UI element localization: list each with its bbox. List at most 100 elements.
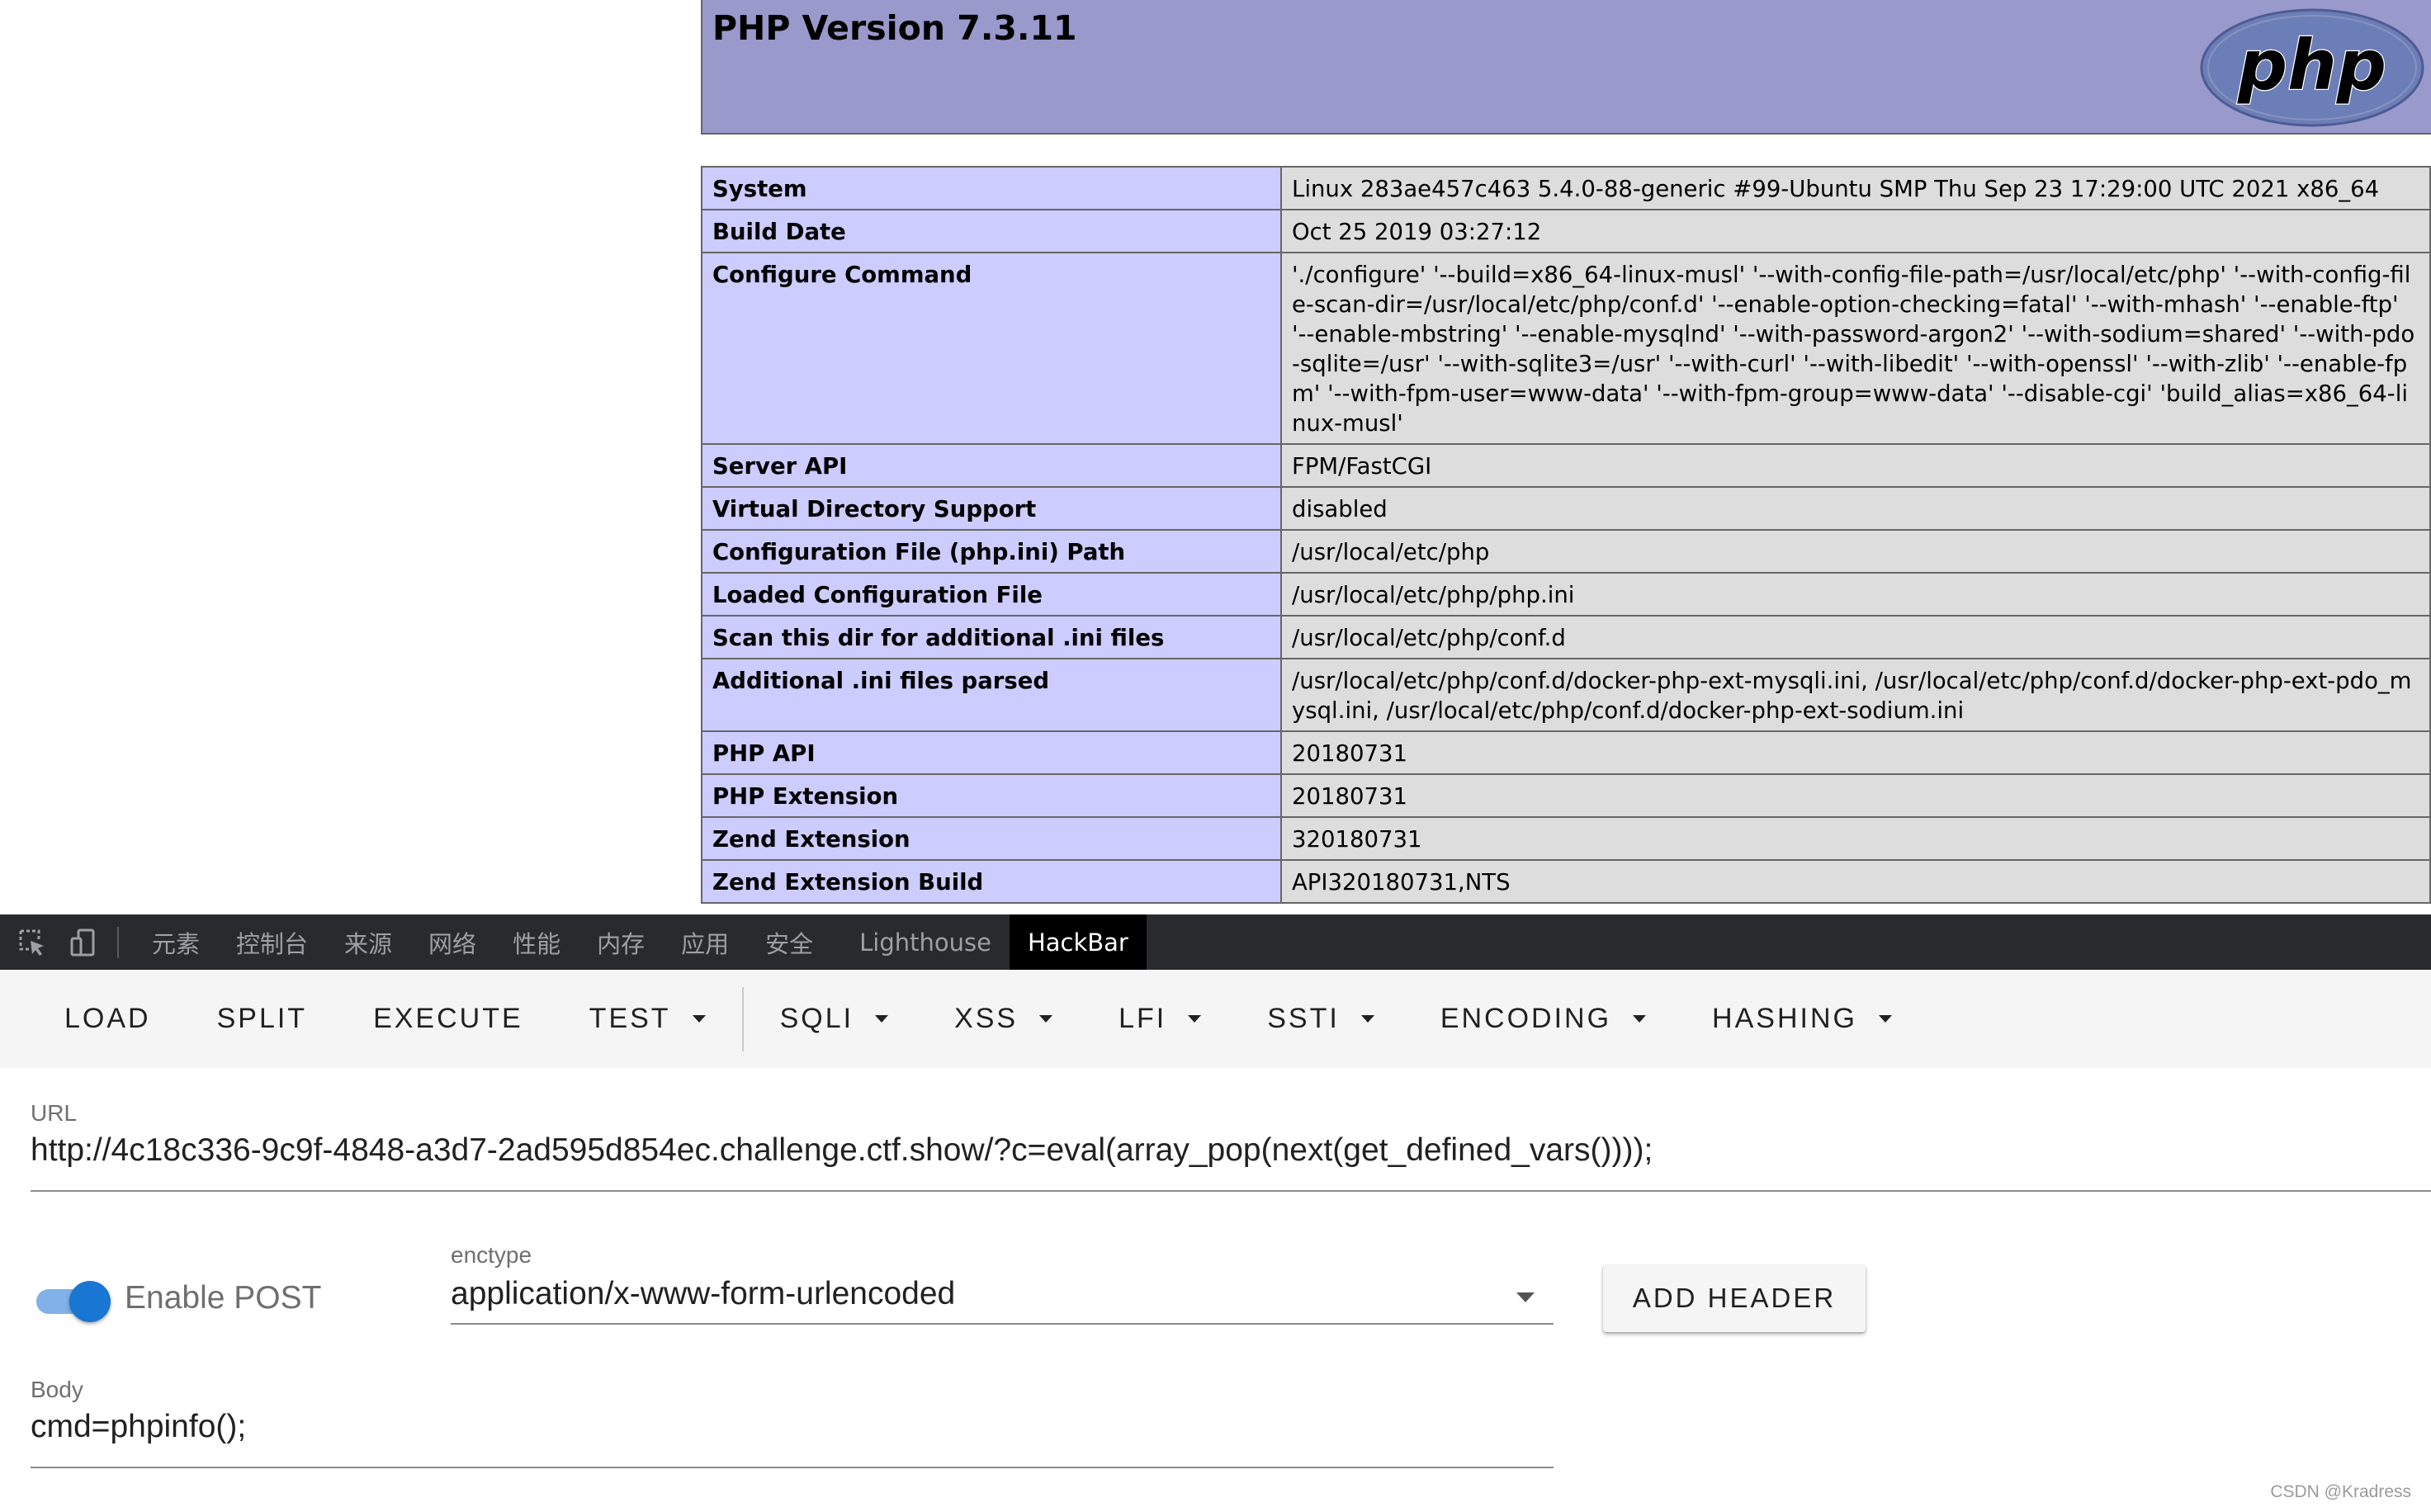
info-row: System Linux 283ae457c463 5.4.0-88-generi… — [701, 166, 2431, 210]
tab-hackbar[interactable]: HackBar — [1009, 914, 1147, 970]
info-value: /usr/local/etc/php/conf.d/docker-php-ext… — [1280, 658, 2431, 732]
chevron-down-icon[interactable] — [1516, 1292, 1535, 1302]
execute-button[interactable]: EXECUTE — [340, 970, 556, 1068]
encoding-menu-label: ENCODING — [1440, 1003, 1612, 1034]
split-button[interactable]: SPLIT — [184, 970, 340, 1068]
url-input-underline — [31, 1190, 2431, 1192]
tab-memory[interactable]: 内存 — [579, 914, 663, 970]
tab-elements[interactable]: 元素 — [134, 914, 218, 970]
xss-menu-button[interactable]: XSS — [921, 970, 1085, 1068]
info-key: PHP Extension — [701, 773, 1282, 818]
info-key: Loaded Configuration File — [701, 572, 1282, 617]
info-value: /usr/local/etc/php/php.ini — [1280, 572, 2431, 617]
info-key: System — [701, 166, 1282, 210]
info-row: Zend Extension 320180731 — [701, 816, 2431, 861]
lfi-menu-button[interactable]: LFI — [1085, 970, 1234, 1068]
load-button-label: LOAD — [64, 1003, 151, 1034]
php-version-title: PHP Version 7.3.11 — [712, 8, 1077, 48]
chevron-down-icon — [1878, 1015, 1892, 1023]
test-menu-button[interactable]: TEST — [556, 970, 739, 1068]
load-button[interactable]: LOAD — [0, 970, 184, 1068]
execute-button-label: EXECUTE — [373, 1003, 523, 1034]
body-input-underline — [31, 1467, 1554, 1468]
chevron-down-icon — [1188, 1015, 1202, 1023]
info-row: Build Date Oct 25 2019 03:27:12 — [701, 209, 2431, 253]
toolbar-divider — [117, 926, 119, 958]
toggle-knob — [69, 1281, 111, 1322]
info-value: disabled — [1280, 486, 2431, 531]
add-header-button[interactable]: ADD HEADER — [1603, 1264, 1866, 1332]
watermark: CSDN @Kradress — [2270, 1482, 2411, 1501]
info-row: Scan this dir for additional .ini files /… — [701, 615, 2431, 659]
chevron-down-icon — [875, 1015, 889, 1023]
php-version-header: PHP Version 7.3.11 php — [701, 0, 2431, 135]
info-key: Virtual Directory Support — [701, 486, 1282, 531]
lfi-menu-label: LFI — [1119, 1003, 1167, 1034]
info-row: Loaded Configuration File/usr/local/etc/… — [701, 572, 2431, 617]
url-label: URL — [31, 1100, 78, 1126]
inspect-element-icon[interactable] — [7, 914, 58, 970]
ssti-menu-button[interactable]: SSTI — [1234, 970, 1407, 1068]
php-logo-text: php — [2237, 25, 2386, 106]
enctype-select-underline — [451, 1323, 1554, 1325]
info-value: Linux 283ae457c463 5.4.0-88-generic #99-… — [1280, 166, 2431, 210]
info-key: Additional .ini files parsed — [701, 658, 1282, 732]
tab-network[interactable]: 网络 — [410, 914, 494, 970]
encoding-menu-button[interactable]: ENCODING — [1407, 970, 1679, 1068]
test-menu-label: TEST — [589, 1003, 671, 1034]
info-value: /usr/local/etc/php/conf.d — [1280, 615, 2431, 659]
info-key: Configure Command — [701, 252, 1282, 445]
tab-lighthouse[interactable]: Lighthouse — [841, 914, 1010, 970]
info-value: API320180731,NTS — [1280, 859, 2431, 904]
info-key: Scan this dir for additional .ini files — [701, 615, 1282, 659]
info-value: FPM/FastCGI — [1280, 443, 2431, 488]
ssti-menu-label: SSTI — [1267, 1003, 1340, 1034]
sqli-menu-label: SQLI — [779, 1003, 854, 1034]
hackbar-panel: LOAD SPLIT EXECUTE TEST SQLI XSS LFI SST… — [0, 970, 2431, 1512]
body-label: Body — [31, 1377, 83, 1402]
tab-performance[interactable]: 性能 — [494, 914, 579, 970]
tab-security[interactable]: 安全 — [747, 914, 831, 970]
hackbar-toolbar: LOAD SPLIT EXECUTE TEST SQLI XSS LFI SST… — [0, 970, 2431, 1068]
info-value: Oct 25 2019 03:27:12 — [1280, 209, 2431, 253]
info-value: 20180731 — [1280, 730, 2431, 775]
tab-application[interactable]: 应用 — [663, 914, 747, 970]
info-row: PHP Extension 20180731 — [701, 773, 2431, 818]
php-logo[interactable]: php — [2200, 8, 2424, 127]
info-key: PHP API — [701, 730, 1282, 775]
tab-sources[interactable]: 来源 — [326, 914, 410, 970]
info-value: 320180731 — [1280, 816, 2431, 861]
split-button-label: SPLIT — [216, 1003, 308, 1034]
info-row: Server API FPM/FastCGI — [701, 443, 2431, 488]
info-row: PHP API 20180731 — [701, 730, 2431, 775]
sqli-menu-button[interactable]: SQLI — [747, 970, 921, 1068]
info-key: Configuration File (php.ini) Path — [701, 529, 1282, 574]
hashing-menu-button[interactable]: HASHING — [1679, 970, 1925, 1068]
devtools-tab-bar: 元素 控制台 来源 网络 性能 内存 应用 安全 Lighthouse Hack… — [0, 914, 2431, 970]
enable-post-label: Enable POST — [125, 1280, 322, 1316]
toolbar-divider — [741, 986, 744, 1051]
info-row: Additional .ini files parsed/usr/local/e… — [701, 658, 2431, 732]
enctype-select[interactable]: application/x-www-form-urlencoded — [451, 1276, 955, 1312]
info-value: './configure' '--build=x86_64-linux-musl… — [1280, 252, 2431, 445]
enctype-label: enctype — [451, 1242, 532, 1268]
info-key: Zend Extension Build — [701, 859, 1282, 904]
chevron-down-icon — [1360, 1015, 1374, 1023]
chevron-down-icon — [692, 1015, 706, 1023]
tab-console[interactable]: 控制台 — [218, 914, 326, 970]
url-input[interactable]: http://4c18c336-9c9f-4848-a3d7-2ad595d85… — [31, 1132, 1653, 1169]
info-row: Zend Extension Build API320180731,NTS — [701, 859, 2431, 904]
info-key: Zend Extension — [701, 816, 1282, 861]
device-toolbar-icon[interactable] — [58, 914, 109, 970]
hashing-menu-label: HASHING — [1712, 1003, 1857, 1034]
body-input[interactable]: cmd=phpinfo(); — [31, 1409, 246, 1445]
php-info-table: System Linux 283ae457c463 5.4.0-88-generi… — [701, 166, 2431, 904]
phpinfo-page: PHP Version 7.3.11 php System Linux 283ae… — [0, 0, 2431, 914]
info-value: /usr/local/etc/php — [1280, 529, 2431, 574]
info-key: Server API — [701, 443, 1282, 488]
info-row: Virtual Directory Support disabled — [701, 486, 2431, 531]
chevron-down-icon — [1039, 1015, 1053, 1023]
info-row: Configure Command './configure' '--build=… — [701, 252, 2431, 445]
info-row: Configuration File (php.ini) Path/usr/lo… — [701, 529, 2431, 574]
enable-post-toggle[interactable] — [33, 1279, 112, 1324]
